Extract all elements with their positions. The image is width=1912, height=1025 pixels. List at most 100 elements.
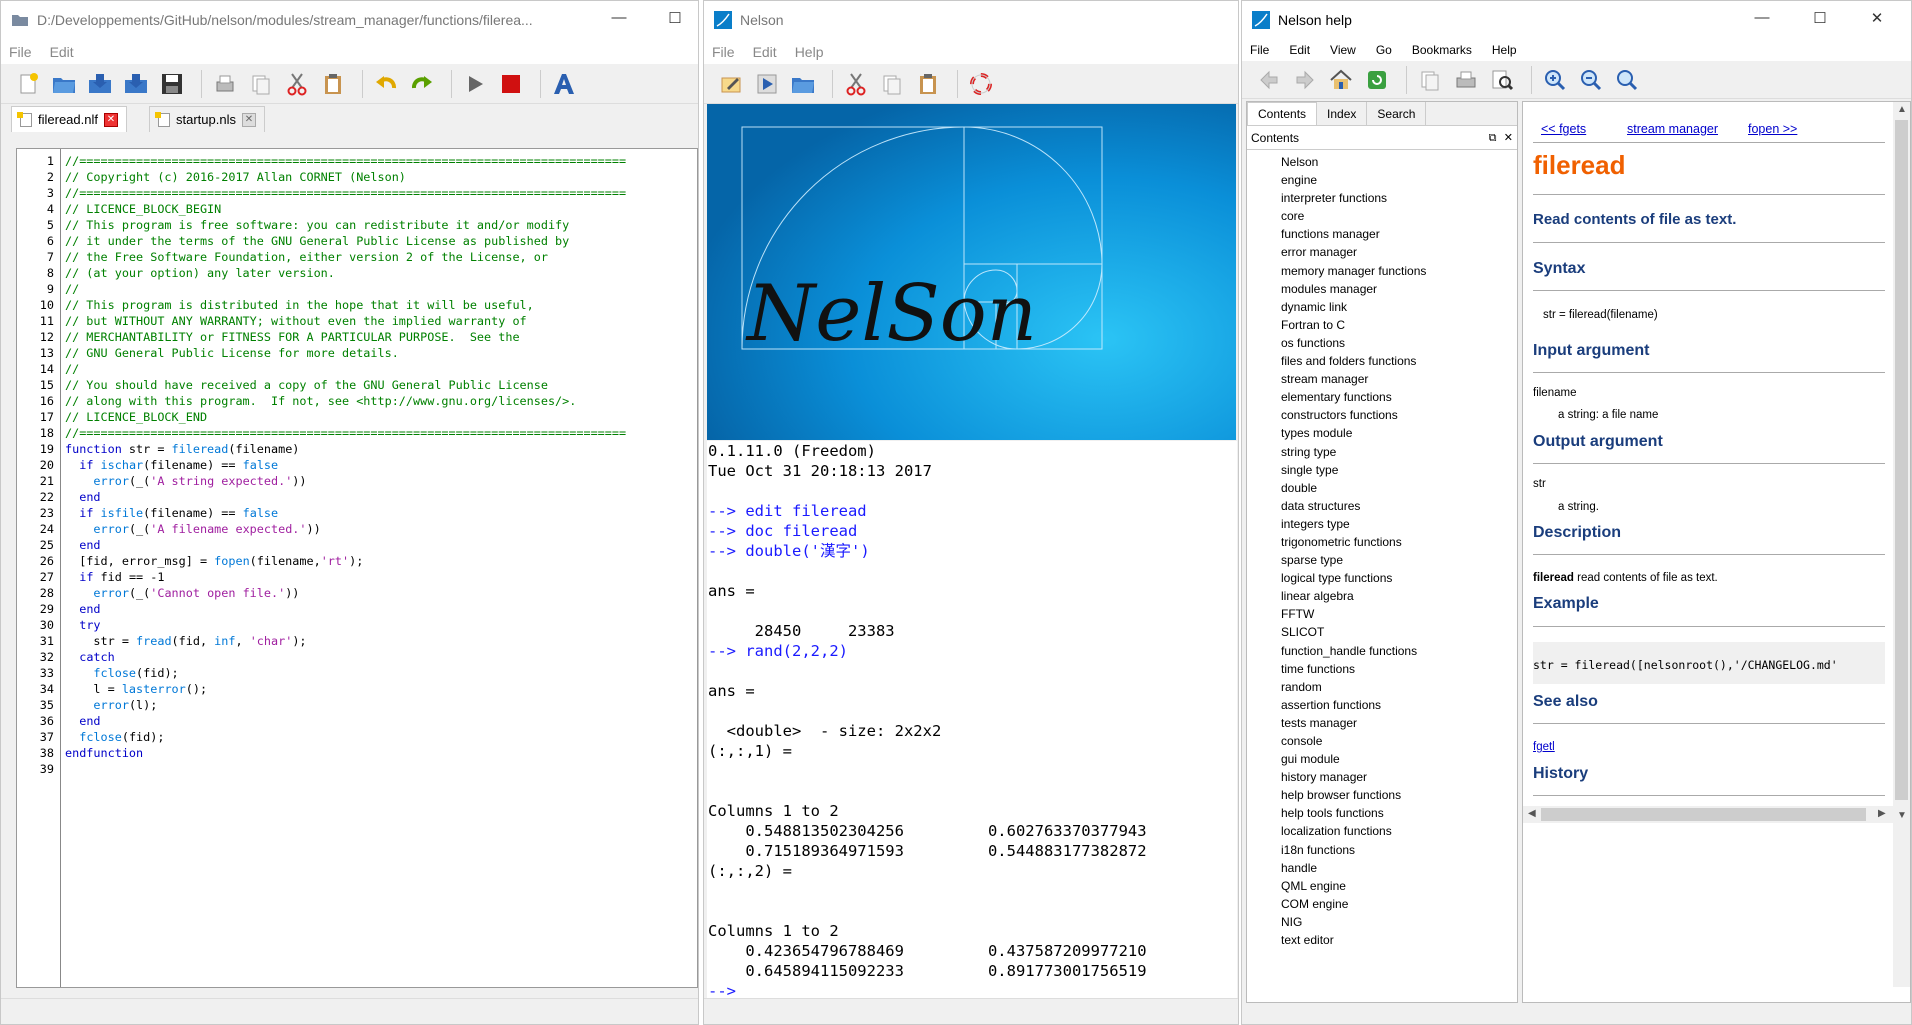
contents-item[interactable]: constructors functions [1281,406,1517,424]
contents-item[interactable]: trigonometric functions [1281,533,1517,551]
menu-file[interactable]: File [9,44,32,60]
undo-icon[interactable] [371,69,401,99]
contents-item[interactable]: types module [1281,424,1517,442]
horizontal-scrollbar[interactable]: ◀ ▶ [1523,806,1895,823]
contents-item[interactable]: SLICOT [1281,623,1517,641]
help-lifebuoy-icon[interactable] [966,69,996,99]
contents-item[interactable]: string type [1281,443,1517,461]
refresh-icon[interactable] [1362,65,1392,95]
tab-index[interactable]: Index [1317,102,1368,125]
contents-item[interactable]: Nelson [1281,153,1517,171]
copy-icon[interactable] [877,69,907,99]
contents-item[interactable]: modules manager [1281,280,1517,298]
contents-item[interactable]: help browser functions [1281,786,1517,804]
redo-icon[interactable] [407,69,437,99]
console-output[interactable]: 0.1.11.0 (Freedom) Tue Oct 31 20:18:13 20… [707,441,1237,1001]
menu-file[interactable]: File [712,44,735,60]
save-as-icon[interactable] [85,69,115,99]
menu-help[interactable]: Help [1492,43,1517,57]
contents-item[interactable]: error manager [1281,243,1517,261]
copy-icon[interactable] [1415,65,1445,95]
scroll-right-icon[interactable]: ▶ [1878,808,1886,819]
nav-next-link[interactable]: fopen >> [1748,122,1797,136]
contents-item[interactable]: assertion functions [1281,696,1517,714]
nav-up-link[interactable]: stream manager [1627,122,1718,136]
menu-file[interactable]: File [1250,43,1269,57]
contents-item[interactable]: console [1281,732,1517,750]
copy-icon[interactable] [246,69,276,99]
menu-go[interactable]: Go [1376,43,1392,57]
cut-icon[interactable] [841,69,871,99]
close-icon[interactable]: ✕ [241,112,256,127]
scroll-up-icon[interactable]: ▲ [1897,104,1907,115]
contents-item[interactable]: linear algebra [1281,587,1517,605]
edit-icon[interactable] [716,69,746,99]
open-folder-icon[interactable] [788,69,818,99]
contents-item[interactable]: help tools functions [1281,804,1517,822]
float-icon[interactable]: ⧉ [1489,132,1497,144]
contents-item[interactable]: function_handle functions [1281,642,1517,660]
code-editor[interactable]: 1 2 3 4 5 6 7 8 9 10 11 12 13 14 15 16 17 18 19 20 21 22 23 24 2… [16,148,698,988]
contents-item[interactable]: QML engine [1281,877,1517,895]
vertical-scrollbar[interactable]: ▲ ▼ [1893,102,1910,987]
scrollbar-thumb[interactable] [1895,120,1908,800]
contents-item[interactable]: single type [1281,461,1517,479]
minimize-icon[interactable]: — [1752,9,1772,26]
tab-contents[interactable]: Contents [1247,102,1318,125]
save-icon[interactable] [157,69,187,99]
contents-item[interactable]: core [1281,207,1517,225]
contents-item[interactable]: dynamic link [1281,298,1517,316]
scroll-left-icon[interactable]: ◀ [1528,808,1536,819]
font-icon[interactable] [549,69,579,99]
contents-item[interactable]: memory manager functions [1281,262,1517,280]
contents-item[interactable]: localization functions [1281,822,1517,840]
back-arrow-icon[interactable] [1254,65,1284,95]
print-preview-icon[interactable] [1487,65,1517,95]
contents-item[interactable]: double [1281,479,1517,497]
contents-item[interactable]: interpreter functions [1281,189,1517,207]
contents-item[interactable]: data structures [1281,497,1517,515]
menu-help[interactable]: Help [795,44,824,60]
maximize-icon[interactable]: ☐ [665,9,685,27]
contents-item[interactable]: time functions [1281,660,1517,678]
contents-item[interactable]: handle [1281,859,1517,877]
menu-edit[interactable]: Edit [753,44,777,60]
contents-item[interactable]: os functions [1281,334,1517,352]
contents-item[interactable]: logical type functions [1281,569,1517,587]
paste-icon[interactable] [913,69,943,99]
contents-item[interactable]: gui module [1281,750,1517,768]
open-folder-icon[interactable] [49,69,79,99]
zoom-in-icon[interactable] [1540,65,1570,95]
tab-startup[interactable]: startup.nls ✕ [148,106,265,132]
stop-icon[interactable] [496,69,526,99]
contents-item[interactable]: integers type [1281,515,1517,533]
see-also-link[interactable]: fgetl [1533,741,1555,753]
contents-item[interactable]: text editor [1281,931,1517,949]
zoom-out-icon[interactable] [1576,65,1606,95]
menu-view[interactable]: View [1330,43,1356,57]
forward-arrow-icon[interactable] [1290,65,1320,95]
code-area[interactable]: //======================================… [61,149,697,987]
home-icon[interactable] [1326,65,1356,95]
contents-item[interactable]: i18n functions [1281,841,1517,859]
nav-prev-link[interactable]: << fgets [1541,122,1586,136]
menu-edit[interactable]: Edit [1289,43,1310,57]
contents-item[interactable]: elementary functions [1281,388,1517,406]
cut-icon[interactable] [282,69,312,99]
contents-item[interactable]: history manager [1281,768,1517,786]
contents-item[interactable]: COM engine [1281,895,1517,913]
print-icon[interactable] [210,69,240,99]
maximize-icon[interactable]: ☐ [1810,9,1830,27]
new-file-icon[interactable] [13,69,43,99]
run-icon[interactable] [460,69,490,99]
contents-item[interactable]: FFTW [1281,605,1517,623]
contents-item[interactable]: Fortran to C [1281,316,1517,334]
scroll-down-icon[interactable]: ▼ [1897,810,1907,821]
save-all-icon[interactable] [121,69,151,99]
contents-item[interactable]: stream manager [1281,370,1517,388]
contents-item[interactable]: tests manager [1281,714,1517,732]
contents-item[interactable]: functions manager [1281,225,1517,243]
print-icon[interactable] [1451,65,1481,95]
contents-item[interactable]: files and folders functions [1281,352,1517,370]
close-icon[interactable]: ✕ [1504,132,1513,144]
